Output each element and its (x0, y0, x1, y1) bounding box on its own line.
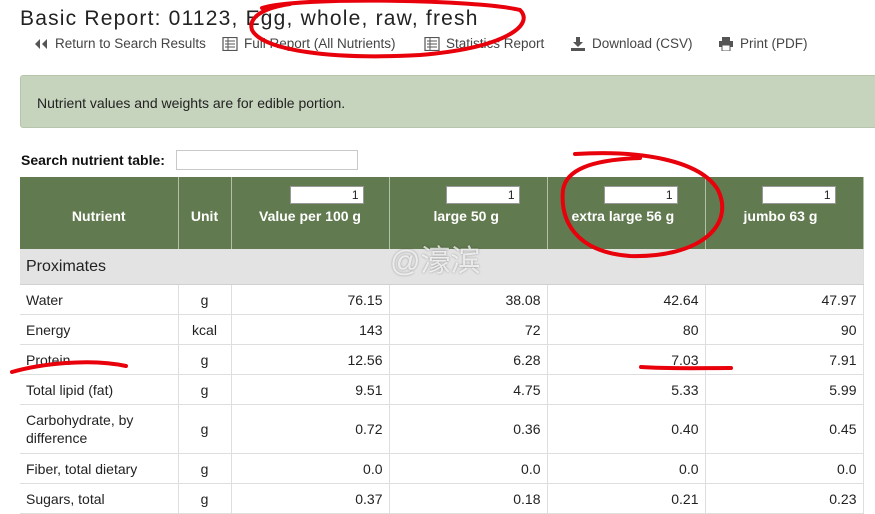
header-nutrient-label: Nutrient (71, 208, 126, 224)
nutrient-value: 12.56 (231, 344, 390, 375)
nutrient-value: 72 (389, 314, 548, 345)
report-icon (222, 36, 238, 51)
table-row: Protein g 12.56 6.28 7.03 7.91 (20, 344, 864, 375)
statistics-report-label: Statistics Report (446, 36, 545, 51)
download-icon (570, 36, 586, 51)
measure-qty-input[interactable] (289, 186, 364, 204)
measure-qty-input[interactable] (603, 186, 678, 204)
nutrient-unit: g (178, 374, 232, 405)
nutrient-name: Protein (20, 344, 179, 375)
nutrient-value: 7.03 (547, 344, 706, 375)
table-row: Carbohydrate, by difference g 0.72 0.36 … (20, 404, 864, 454)
nutrient-unit: g (178, 344, 232, 375)
nutrient-value: 4.75 (389, 374, 548, 405)
header-measure-label: large 50 g (433, 208, 499, 224)
nutrient-unit: g (178, 284, 232, 315)
header-measure-label: jumbo 63 g (743, 208, 818, 224)
nutrient-unit: g (178, 404, 232, 454)
nutrient-name: Fiber, total dietary (20, 453, 179, 484)
header-unit-label: Unit (190, 208, 219, 224)
header-measure-3: extra large 56 g (547, 177, 706, 249)
table-row: Total lipid (fat) g 9.51 4.75 5.33 5.99 (20, 374, 864, 405)
nutrient-table: Nutrient Unit Value per 100 g large 50 g… (20, 177, 864, 514)
page-title: Basic Report: 01123, Egg, whole, raw, fr… (20, 7, 479, 30)
nutrient-name: Total lipid (fat) (20, 374, 179, 405)
download-csv-label: Download (CSV) (592, 36, 693, 51)
header-measure-4: jumbo 63 g (705, 177, 864, 249)
nutrient-value: 90 (705, 314, 864, 345)
nutrient-value: 38.08 (389, 284, 548, 315)
report-icon (424, 36, 440, 51)
nutrient-value: 0.45 (705, 404, 864, 454)
header-nutrient[interactable]: Nutrient (20, 177, 179, 249)
full-report-label: Full Report (All Nutrients) (244, 36, 396, 51)
nutrient-value: 47.97 (705, 284, 864, 315)
nutrient-value: 0.0 (547, 453, 706, 484)
table-row: Fiber, total dietary g 0.0 0.0 0.0 0.0 (20, 453, 864, 484)
nutrient-value: 0.0 (389, 453, 548, 484)
full-report-link[interactable]: Full Report (All Nutrients) (222, 36, 396, 51)
nutrient-name: Energy (20, 314, 179, 345)
return-to-search-label: Return to Search Results (55, 36, 206, 51)
header-measure-1: Value per 100 g (231, 177, 390, 249)
header-measure-2: large 50 g (389, 177, 548, 249)
nutrient-name: Sugars, total (20, 483, 179, 514)
report-toolbar: Return to Search Results Full Report (Al… (0, 36, 875, 58)
table-row: Sugars, total g 0.37 0.18 0.21 0.23 (20, 483, 864, 514)
nutrient-value: 80 (547, 314, 706, 345)
printer-icon (718, 36, 734, 51)
nutrient-value: 9.51 (231, 374, 390, 405)
print-pdf-link[interactable]: Print (PDF) (718, 36, 808, 51)
nutrient-value: 143 (231, 314, 390, 345)
table-row: Energy kcal 143 72 80 90 (20, 314, 864, 345)
statistics-report-link[interactable]: Statistics Report (424, 36, 544, 51)
nutrient-value: 7.91 (705, 344, 864, 375)
nutrient-value: 0.21 (547, 483, 706, 514)
nutrient-unit: kcal (178, 314, 232, 345)
nutrient-value: 0.72 (231, 404, 390, 454)
nutrient-unit: g (178, 483, 232, 514)
info-banner: Nutrient values and weights are for edib… (20, 75, 875, 128)
nutrient-value: 76.15 (231, 284, 390, 315)
nutrient-value: 42.64 (547, 284, 706, 315)
nutrient-name: Carbohydrate, by difference (20, 404, 179, 454)
nutrient-value: 0.37 (231, 483, 390, 514)
nutrient-unit: g (178, 453, 232, 484)
nutrient-value: 0.40 (547, 404, 706, 454)
download-csv-link[interactable]: Download (CSV) (570, 36, 693, 51)
nutrient-value: 0.36 (389, 404, 548, 454)
search-input[interactable] (176, 150, 358, 170)
search-label: Search nutrient table: (21, 152, 165, 168)
nutrient-value: 0.18 (389, 483, 548, 514)
header-unit[interactable]: Unit (178, 177, 232, 249)
measure-qty-input[interactable] (445, 186, 520, 204)
double-left-arrow-icon (33, 37, 49, 51)
header-measure-label: extra large 56 g (571, 208, 675, 224)
nutrient-value: 0.0 (231, 453, 390, 484)
table-header-row: Nutrient Unit Value per 100 g large 50 g… (20, 177, 864, 249)
return-to-search-link[interactable]: Return to Search Results (33, 36, 206, 51)
group-label: Proximates (20, 249, 864, 285)
table-row: Water g 76.15 38.08 42.64 47.97 (20, 284, 864, 315)
group-row: Proximates (20, 249, 864, 285)
measure-qty-input[interactable] (761, 186, 836, 204)
nutrient-name: Water (20, 284, 179, 315)
nutrient-value: 6.28 (389, 344, 548, 375)
nutrient-value: 5.33 (547, 374, 706, 405)
nutrient-value: 5.99 (705, 374, 864, 405)
nutrient-value: 0.23 (705, 483, 864, 514)
header-measure-label: Value per 100 g (259, 208, 361, 224)
nutrient-value: 0.0 (705, 453, 864, 484)
info-banner-text: Nutrient values and weights are for edib… (37, 95, 346, 111)
print-pdf-label: Print (PDF) (740, 36, 808, 51)
